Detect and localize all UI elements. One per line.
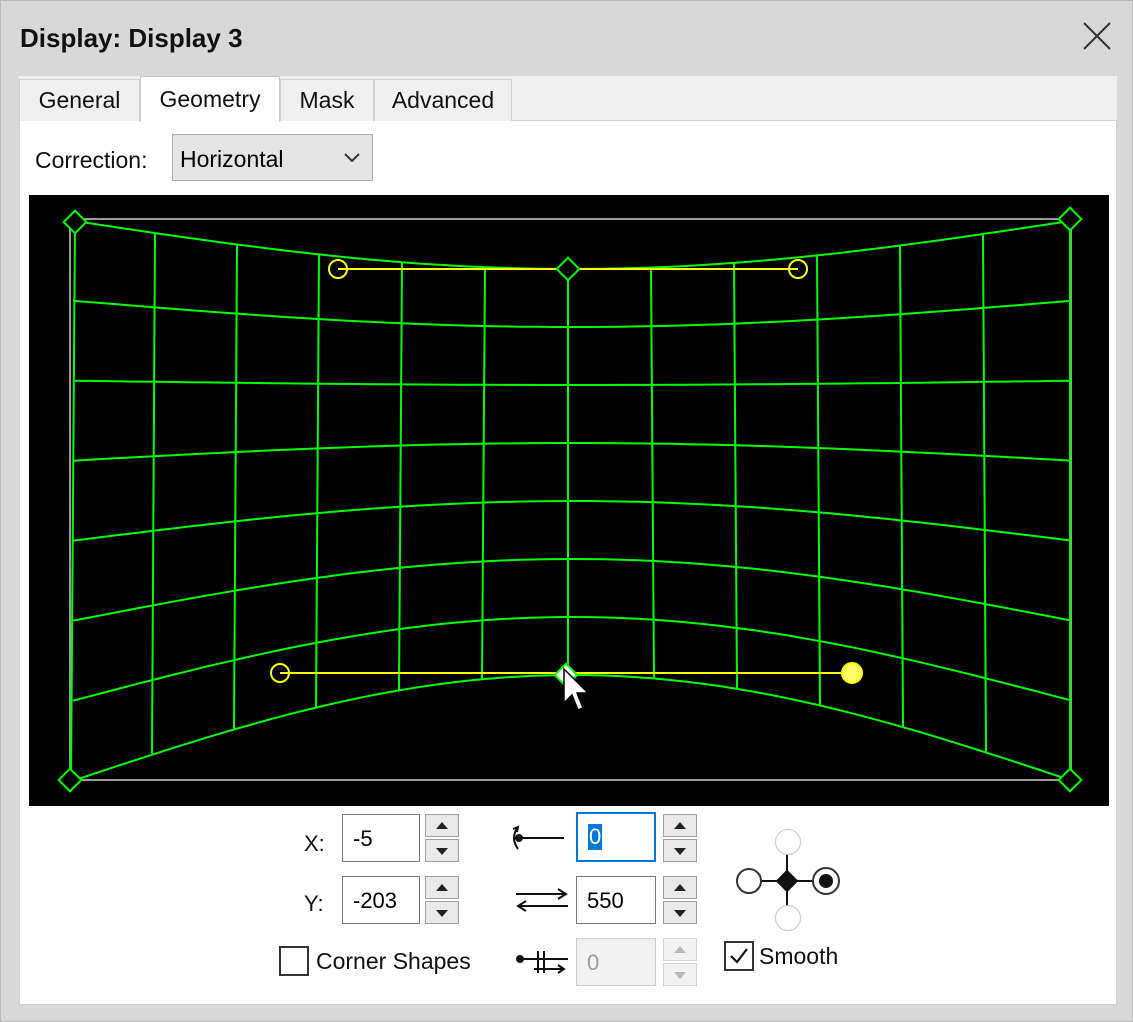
offset-spin-down <box>663 963 697 986</box>
length-spin-up[interactable] <box>663 876 697 899</box>
grid-row-line <box>72 557 1071 622</box>
correction-value: Horizontal <box>180 146 284 172</box>
smooth-label[interactable]: Smooth <box>759 943 838 970</box>
y-label: Y: <box>304 891 324 916</box>
corner-point-top-right[interactable] <box>1057 206 1083 232</box>
y-input[interactable]: -203 <box>342 876 420 924</box>
tab-advanced-label: Advanced <box>391 87 495 113</box>
grid-row-line <box>72 299 1071 328</box>
display-dialog: Display: Display 3 General Geometry Mask… <box>0 0 1133 1022</box>
mid-point-top[interactable] <box>555 256 581 282</box>
close-icon <box>1083 22 1111 50</box>
x-spin-up[interactable] <box>425 814 459 837</box>
offset-spinner <box>663 938 697 986</box>
angle-spin-down[interactable] <box>663 839 697 862</box>
angle-input-value: 0 <box>588 824 603 850</box>
geometry-panel: Correction: Horizontal X: -5 0 Y: -203 5… <box>19 121 1117 1005</box>
grid-column-line <box>481 267 486 680</box>
close-button[interactable] <box>1076 15 1118 57</box>
length-spinner[interactable] <box>663 876 697 924</box>
tab-general[interactable]: General <box>19 79 140 121</box>
angle-spin-up[interactable] <box>663 814 697 837</box>
checkmark-icon <box>730 948 748 964</box>
handle-right-option-selected[interactable] <box>812 867 840 895</box>
smooth-checkbox[interactable] <box>724 941 754 971</box>
grid-column-line <box>315 254 320 707</box>
tangent-offset-icon <box>516 951 568 974</box>
corner-point-bottom-right[interactable] <box>1057 767 1083 793</box>
tab-advanced[interactable]: Advanced <box>374 79 512 121</box>
grid-column-line <box>151 232 156 754</box>
length-spin-down[interactable] <box>663 901 697 924</box>
warp-grid <box>57 206 1083 793</box>
grid-column-line <box>899 245 904 727</box>
grid-column-line <box>816 255 821 705</box>
chevron-down-icon <box>344 153 360 163</box>
grid-column-line <box>982 233 987 752</box>
grid-row-line <box>72 442 1071 462</box>
selected-dot <box>819 874 833 888</box>
corner-shapes-checkbox[interactable] <box>279 946 309 976</box>
y-spin-down[interactable] <box>425 901 459 924</box>
angle-input[interactable]: 0 <box>576 812 656 862</box>
grid-column-line <box>70 220 76 781</box>
y-spinner[interactable] <box>425 876 459 924</box>
tab-geometry[interactable]: Geometry <box>140 76 280 122</box>
angle-spinner[interactable] <box>663 814 697 862</box>
grid-column-line <box>733 262 738 689</box>
x-label: X: <box>304 831 325 856</box>
correction-label: Correction: <box>35 147 148 173</box>
y-input-value: -203 <box>353 888 398 913</box>
grid-column-line <box>398 262 403 690</box>
grid-row-line <box>72 500 1071 542</box>
bottom-right-handle-selected[interactable] <box>841 662 863 684</box>
grid-column-line <box>650 267 655 679</box>
tangent-angle-icon <box>512 825 564 850</box>
x-spinner[interactable] <box>425 814 459 862</box>
tab-geometry-label: Geometry <box>159 86 261 112</box>
corner-point-bottom-left[interactable] <box>57 767 83 793</box>
control-points <box>57 206 1083 793</box>
length-input[interactable]: 550 <box>576 876 656 924</box>
corner-point-top-left[interactable] <box>62 209 88 235</box>
tangent-handles <box>270 259 863 684</box>
correction-select[interactable]: Horizontal <box>172 134 373 181</box>
corner-shapes-label[interactable]: Corner Shapes <box>316 948 471 975</box>
handle-top-option[interactable] <box>775 829 801 855</box>
x-spin-down[interactable] <box>425 839 459 862</box>
tab-mask-label: Mask <box>299 87 355 113</box>
offset-input: 0 <box>576 938 656 986</box>
title-bar: Display: Display 3 <box>1 1 1132 73</box>
tab-strip: General Geometry Mask Advanced <box>19 76 1117 122</box>
x-input[interactable]: -5 <box>342 814 420 862</box>
tab-mask[interactable]: Mask <box>280 79 374 121</box>
geometry-canvas[interactable] <box>29 195 1109 806</box>
tab-general-label: General <box>38 87 121 113</box>
grid-column-line <box>233 244 238 729</box>
x-input-value: -5 <box>353 826 373 851</box>
offset-input-value: 0 <box>587 950 600 975</box>
grid-row-line <box>72 379 1071 386</box>
tangent-length-icon <box>516 888 568 912</box>
length-input-value: 550 <box>587 888 624 913</box>
handle-bottom-option[interactable] <box>775 905 801 931</box>
handle-selector-icon <box>730 821 845 941</box>
dialog-title: Display: Display 3 <box>20 23 243 53</box>
y-spin-up[interactable] <box>425 876 459 899</box>
handle-left-option[interactable] <box>736 868 762 894</box>
offset-spin-up <box>663 938 697 961</box>
